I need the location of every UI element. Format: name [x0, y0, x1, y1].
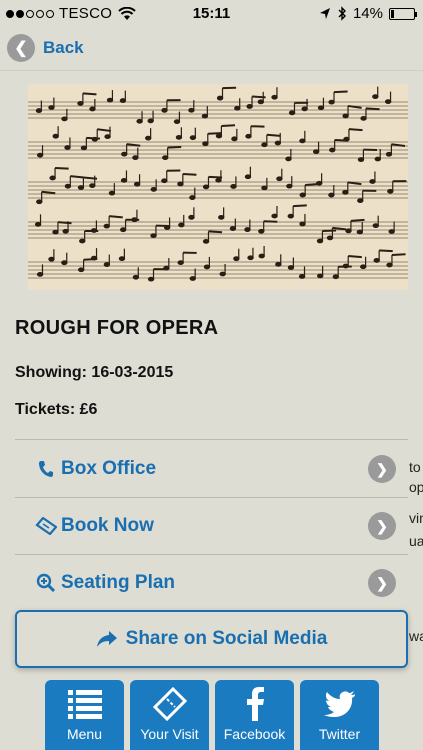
sheet-music-image — [28, 84, 408, 290]
share-social-button[interactable]: Share on Social Media — [15, 610, 408, 668]
status-bar: TESCO 15:11 14% — [0, 0, 423, 30]
note-beam — [348, 255, 362, 259]
twitter-icon — [322, 686, 358, 722]
note-beam — [350, 218, 365, 222]
note-beam — [221, 124, 236, 128]
divider — [15, 439, 408, 440]
chevron-right-icon: ❯ — [368, 512, 396, 540]
note-beam — [207, 132, 222, 135]
note-beam — [70, 175, 85, 179]
note-beam — [109, 215, 123, 219]
note-beam — [293, 204, 307, 208]
battery-icon — [389, 7, 417, 20]
back-label: Back — [43, 38, 84, 57]
note-beam — [208, 175, 223, 179]
event-title: ROUGH FOR OPERA — [15, 317, 219, 339]
facebook-icon — [237, 686, 273, 722]
chevron-right-icon: ❯ — [368, 455, 396, 483]
battery-level — [391, 9, 394, 18]
clipped-text: op — [409, 479, 423, 495]
tab-label: Facebook — [223, 726, 286, 742]
ticket-price: Tickets: £6 — [15, 401, 98, 418]
clipped-text: to — [409, 459, 421, 475]
bottom-tab-bar: Menu Your Visit Facebook Twitter — [0, 680, 423, 750]
chevron-right-icon: ❯ — [368, 569, 396, 597]
back-button[interactable]: ❮ Back — [7, 34, 84, 62]
note-beam — [391, 253, 406, 256]
ticket-icon — [35, 515, 57, 537]
tab-facebook[interactable]: Facebook — [215, 680, 294, 750]
note-beam — [54, 166, 69, 170]
tab-your-visit[interactable]: Your Visit — [130, 680, 209, 750]
phone-icon — [35, 458, 57, 480]
zoom-icon — [35, 572, 57, 594]
box-office-label: Box Office — [61, 458, 157, 479]
clipped-text: vin — [409, 510, 423, 526]
divider — [0, 70, 423, 71]
status-right: 14% — [319, 5, 417, 22]
showing-date: Showing: 16-03-2015 — [15, 364, 174, 381]
book-now-row[interactable]: Book Now ❯ — [15, 498, 408, 554]
tab-twitter[interactable]: Twitter — [300, 680, 379, 750]
chevron-left-icon: ❮ — [7, 34, 35, 62]
clipped-text: wa — [409, 628, 423, 644]
note-beam — [182, 172, 197, 176]
tab-menu[interactable]: Menu — [45, 680, 124, 750]
note-beam — [57, 221, 72, 225]
share-label: Share on Social Media — [125, 628, 328, 649]
note-beam — [348, 128, 363, 132]
note-beam — [379, 249, 393, 253]
location-arrow-icon — [319, 7, 330, 19]
box-office-row[interactable]: Box Office ❯ — [15, 441, 408, 497]
list-icon — [67, 686, 103, 722]
bluetooth-icon — [338, 6, 346, 21]
note-beam — [82, 92, 97, 96]
tab-label: Twitter — [318, 726, 361, 742]
tab-label: Your Visit — [140, 726, 199, 742]
seating-plan-row[interactable]: Seating Plan ❯ — [15, 555, 408, 611]
note-beam — [167, 146, 182, 149]
event-image — [28, 84, 408, 290]
book-now-label: Book Now — [61, 515, 154, 536]
note-beam — [333, 90, 348, 94]
note-beam — [208, 230, 223, 234]
tab-label: Menu — [66, 726, 103, 742]
ticket-icon — [152, 686, 188, 722]
note-beam — [365, 107, 380, 111]
battery-percent: 14% — [352, 5, 383, 22]
clipped-text: ual — [409, 533, 423, 549]
share-icon — [96, 631, 117, 647]
note-beam — [266, 133, 281, 137]
seating-plan-label: Seating Plan — [61, 572, 176, 593]
